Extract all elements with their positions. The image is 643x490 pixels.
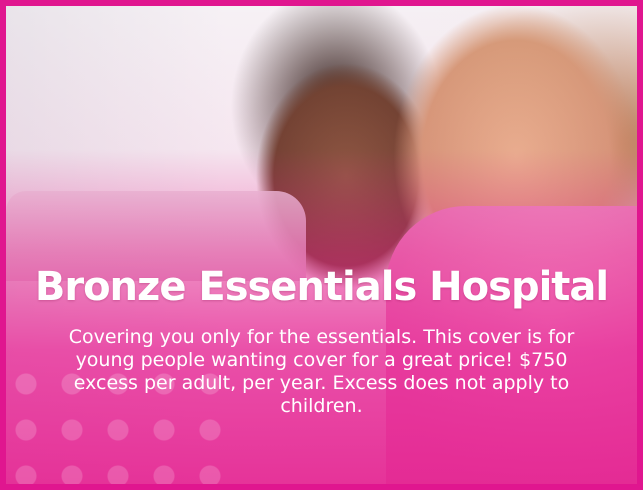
product-card[interactable]: Bronze Essentials Hospital Covering you … (0, 0, 643, 490)
card-description: Covering you only for the essentials. Th… (68, 326, 575, 417)
card-title: Bronze Essentials Hospital (34, 264, 609, 310)
